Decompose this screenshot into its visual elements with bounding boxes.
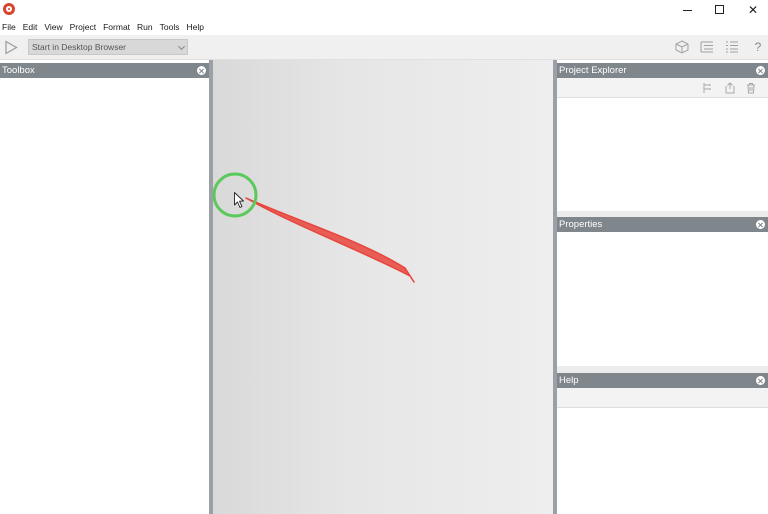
project-explorer-title: Project Explorer xyxy=(559,65,627,76)
toolbar: Start in Desktop Browser ? xyxy=(0,35,768,60)
properties-panel xyxy=(557,232,768,366)
play-icon[interactable] xyxy=(4,40,18,55)
export-icon[interactable] xyxy=(724,82,736,94)
maximize-icon xyxy=(714,5,724,14)
run-target-value: Start in Desktop Browser xyxy=(32,42,127,52)
project-explorer-header: Project Explorer xyxy=(557,63,768,78)
menu-bar: File Edit View Project Format Run Tools … xyxy=(0,19,768,35)
help-icon[interactable]: ? xyxy=(750,39,766,55)
properties-title: Properties xyxy=(559,219,603,230)
help-title: Help xyxy=(559,375,579,386)
outline-icon[interactable] xyxy=(699,39,715,55)
toolbox-title: Toolbox xyxy=(2,65,35,76)
menu-edit[interactable]: Edit xyxy=(20,19,42,35)
help-panel xyxy=(557,408,768,514)
menu-tools[interactable]: Tools xyxy=(157,19,184,35)
menu-project[interactable]: Project xyxy=(67,19,100,35)
app-logo-icon xyxy=(3,3,15,15)
title-bar: ✕ xyxy=(0,0,768,19)
toolbox-panel-header: Toolbox xyxy=(0,63,209,78)
properties-header: Properties xyxy=(557,217,768,232)
help-panel-header: Help xyxy=(557,373,768,388)
maximize-button[interactable] xyxy=(702,0,736,19)
close-icon[interactable] xyxy=(756,220,765,229)
panel-divider xyxy=(557,366,768,373)
designer-canvas[interactable] xyxy=(213,60,553,514)
trash-icon[interactable] xyxy=(745,82,757,94)
menu-view[interactable]: View xyxy=(41,19,66,35)
minimize-button[interactable] xyxy=(670,0,704,19)
project-explorer-toolbar xyxy=(557,78,768,98)
help-toolbar xyxy=(557,388,768,408)
menu-file[interactable]: File xyxy=(0,19,20,35)
menu-help[interactable]: Help xyxy=(183,19,207,35)
close-button[interactable]: ✕ xyxy=(736,0,768,19)
list-icon[interactable] xyxy=(724,39,740,55)
new-folder-icon[interactable] xyxy=(702,82,714,94)
close-icon: ✕ xyxy=(747,2,759,17)
close-icon[interactable] xyxy=(756,66,765,75)
minimize-icon xyxy=(682,9,692,11)
project-explorer-panel xyxy=(557,98,768,211)
menu-format[interactable]: Format xyxy=(100,19,134,35)
close-icon[interactable] xyxy=(756,376,765,385)
run-target-select[interactable]: Start in Desktop Browser xyxy=(28,39,188,55)
chevron-down-icon xyxy=(177,42,186,51)
menu-run[interactable]: Run xyxy=(134,19,157,35)
close-icon[interactable] xyxy=(197,66,206,75)
cube-icon[interactable] xyxy=(674,39,690,55)
toolbox-panel xyxy=(0,78,209,514)
